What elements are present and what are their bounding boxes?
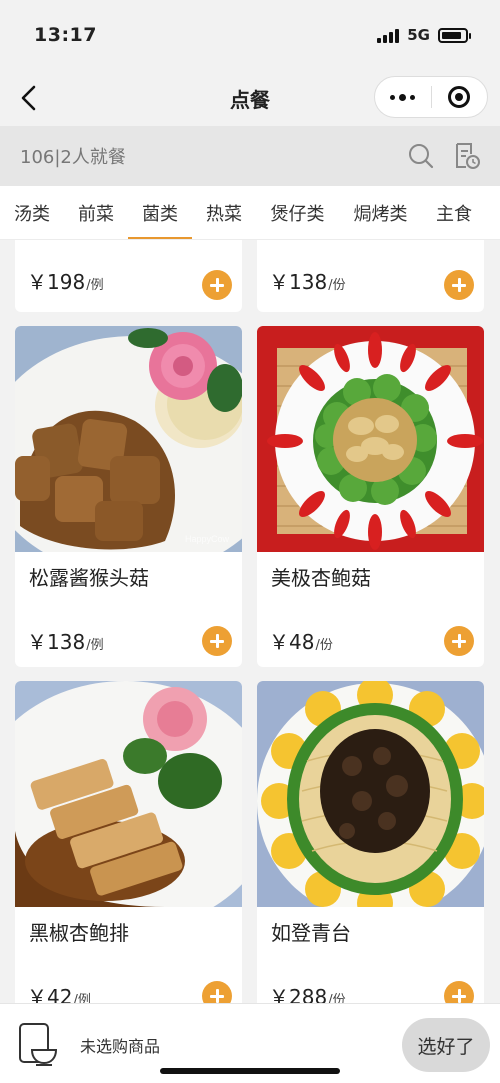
dish-card[interactable]: ￥138/份 bbox=[257, 240, 484, 312]
dish-grid: ￥198/例 ￥138/份 HappyCow 松露酱猴头菇 ￥138 /例 美极… bbox=[0, 240, 500, 1003]
more-button[interactable] bbox=[375, 77, 431, 117]
dish-price: ￥138/例 bbox=[27, 630, 104, 654]
tab-label: 焗烤类 bbox=[353, 203, 408, 225]
tab-staple[interactable]: 主食 bbox=[422, 186, 486, 239]
add-to-cart-button[interactable] bbox=[202, 981, 232, 1003]
dish-name: 松露酱猴头菇 bbox=[29, 566, 149, 590]
tab-label: 热菜 bbox=[206, 203, 242, 225]
more-dots-icon bbox=[390, 93, 416, 101]
status-bar: 13:17 5G bbox=[0, 0, 500, 70]
add-to-cart-button[interactable] bbox=[202, 626, 232, 656]
tab-appetizer[interactable]: 前菜 bbox=[64, 186, 128, 239]
watermark: HappyCow bbox=[185, 534, 230, 544]
category-tabs: 汤类 前菜 菌类 热菜 煲仔类 焗烤类 主食 bbox=[0, 186, 500, 240]
close-miniprogram-button[interactable] bbox=[432, 77, 488, 117]
miniprogram-capsule bbox=[374, 76, 488, 118]
chevron-left-icon bbox=[21, 85, 36, 111]
order-list-icon bbox=[456, 143, 480, 169]
network-label: 5G bbox=[407, 26, 430, 44]
dish-price: ￥288/份 bbox=[269, 985, 346, 1003]
battery-icon bbox=[438, 27, 471, 43]
dish-photo bbox=[257, 681, 484, 907]
tab-label: 主食 bbox=[436, 203, 472, 225]
tab-claypot[interactable]: 煲仔类 bbox=[256, 186, 339, 239]
tab-baked[interactable]: 焗烤类 bbox=[339, 186, 422, 239]
tab-label: 煲仔类 bbox=[270, 203, 325, 225]
dish-card[interactable]: 如登青台 ￥288/份 bbox=[257, 681, 484, 1003]
tab-mushroom[interactable]: 菌类 bbox=[128, 186, 192, 239]
signal-icon bbox=[377, 27, 400, 43]
add-to-cart-button[interactable] bbox=[444, 981, 474, 1003]
dish-photo: HappyCow bbox=[15, 326, 242, 552]
status-time: 13:17 bbox=[34, 24, 97, 46]
dish-price: ￥48/份 bbox=[269, 630, 333, 654]
add-to-cart-button[interactable] bbox=[444, 270, 474, 300]
nav-bar: 点餐 bbox=[0, 70, 500, 126]
dish-price: ￥138/份 bbox=[269, 270, 346, 294]
tab-label: 汤类 bbox=[14, 203, 50, 225]
table-info: 106|2人就餐 bbox=[20, 147, 126, 168]
tab-label: 菌类 bbox=[142, 203, 178, 225]
dish-card[interactable]: HappyCow 松露酱猴头菇 ￥138/例 bbox=[15, 326, 242, 667]
add-to-cart-button[interactable] bbox=[202, 270, 232, 300]
home-indicator bbox=[160, 1068, 340, 1074]
search-icon bbox=[409, 144, 434, 169]
cart-button[interactable] bbox=[18, 1022, 60, 1066]
table-info-bar: 106|2人就餐 bbox=[0, 126, 500, 186]
dish-price: ￥198/例 bbox=[27, 270, 104, 294]
dish-card[interactable]: 美极杏鲍菇 ￥48/份 bbox=[257, 326, 484, 667]
status-indicators: 5G bbox=[377, 26, 471, 44]
dish-photo bbox=[15, 681, 242, 907]
tab-hot-dishes[interactable]: 热菜 bbox=[192, 186, 256, 239]
dish-card[interactable]: 黑椒杏鲍排 ￥42/例 bbox=[15, 681, 242, 1003]
dish-name: 美极杏鲍菇 bbox=[271, 566, 371, 590]
cart-status: 未选购商品 bbox=[80, 1037, 161, 1056]
dish-price: ￥42/例 bbox=[27, 985, 91, 1003]
target-icon bbox=[448, 86, 471, 108]
back-button[interactable] bbox=[18, 84, 42, 112]
cart-bar: 未选购商品 选好了 bbox=[0, 1003, 500, 1083]
order-list-button[interactable] bbox=[454, 142, 480, 170]
add-to-cart-button[interactable] bbox=[444, 626, 474, 656]
dish-photo bbox=[257, 326, 484, 552]
empty-cart-icon bbox=[19, 1023, 58, 1066]
search-button[interactable] bbox=[408, 143, 434, 169]
tab-soup[interactable]: 汤类 bbox=[0, 186, 64, 239]
dish-card[interactable]: ￥198/例 bbox=[15, 240, 242, 312]
tab-label: 前菜 bbox=[78, 203, 114, 225]
dish-name: 黑椒杏鲍排 bbox=[29, 921, 129, 945]
checkout-button[interactable]: 选好了 bbox=[402, 1018, 490, 1072]
dish-name: 如登青台 bbox=[271, 921, 351, 945]
